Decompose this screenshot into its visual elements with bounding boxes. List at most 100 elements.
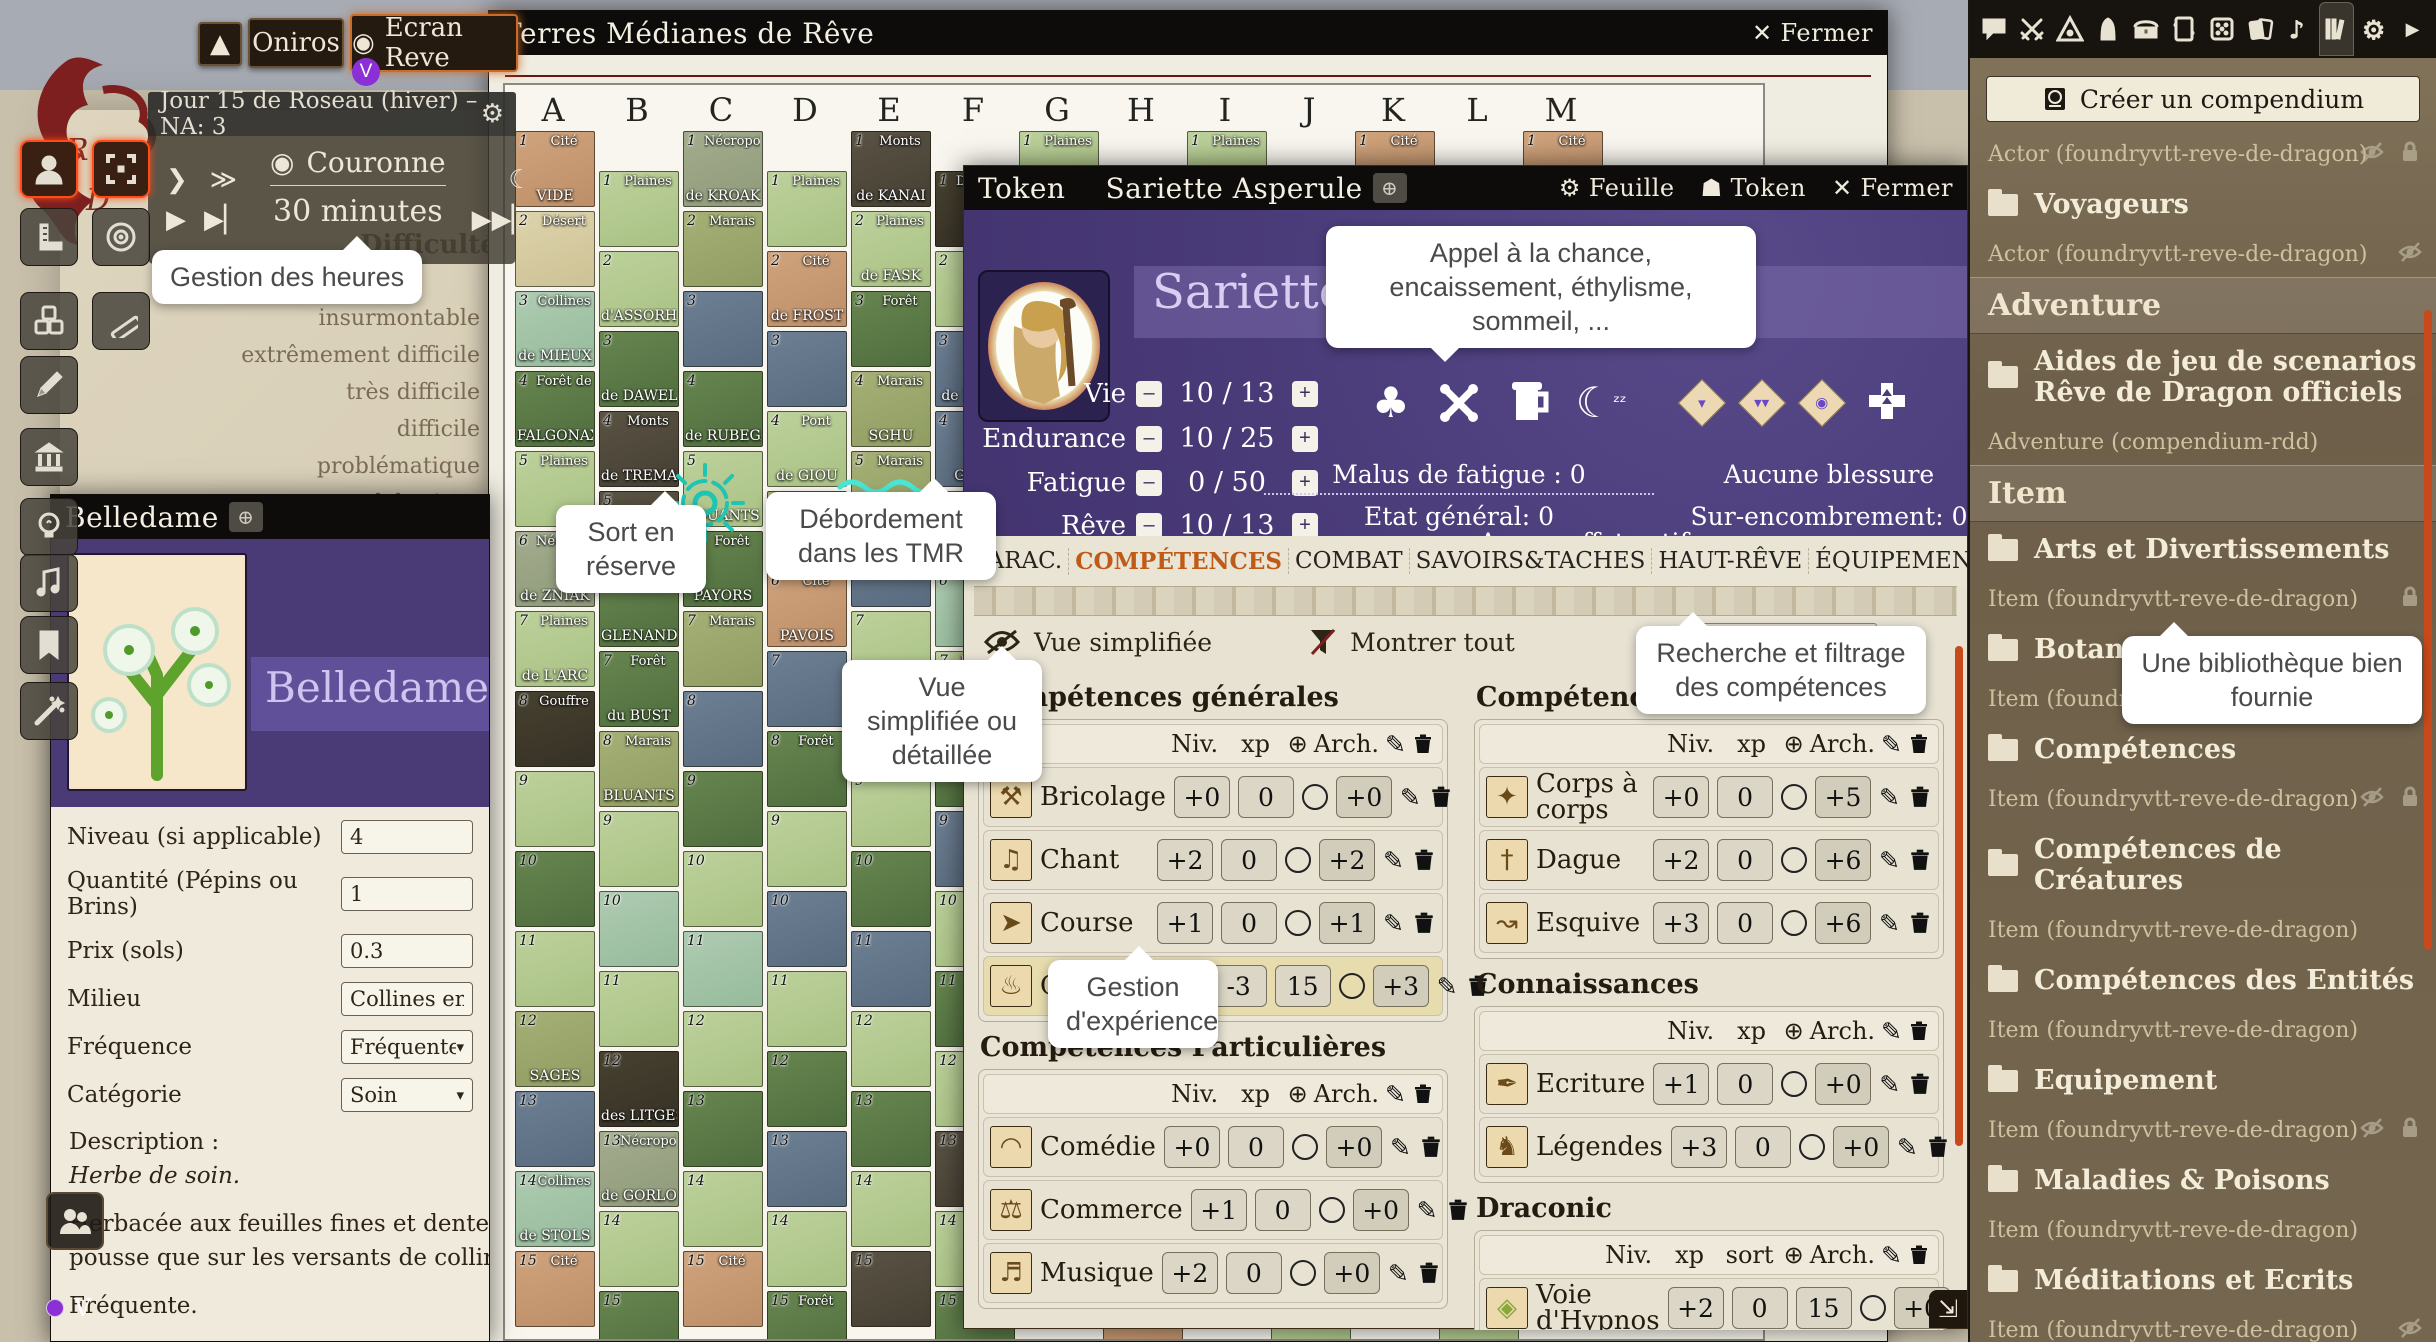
archive-icon[interactable]: ⊕ [1784,1017,1804,1045]
compendium-folder[interactable]: Arts et Divertissements [1970,522,2436,577]
skill-row-esquive[interactable]: ↝Esquive+30+6✎ [1479,893,1939,953]
tmr-cell[interactable]: 4Forêt deFALGONAX [515,371,595,447]
belledame-titlebar[interactable]: Belledame ⊕ [51,495,489,539]
lock-icon[interactable] [2398,785,2422,815]
tab-comp-tences[interactable]: COMPÉTENCES [1068,548,1288,575]
stat-increase-button[interactable]: + [1292,381,1318,407]
edit-all-icon[interactable]: ✎ [1385,1080,1406,1109]
skill-arch-value[interactable]: +3 [1373,965,1429,1007]
tab-combat[interactable]: COMBAT [1288,548,1409,574]
archive-icon[interactable]: ⊕ [1784,730,1804,758]
skill-row-course[interactable]: ➤Course+10+1✎ [983,893,1443,953]
cross-plus-icon[interactable] [1865,381,1909,425]
roll-circle[interactable] [1292,1134,1318,1160]
stat-decrease-button[interactable]: – [1136,381,1162,407]
sidebar-tab-cards[interactable] [2243,6,2278,52]
edit-skill-icon[interactable]: ✎ [1383,846,1404,875]
select-all-tool-button[interactable] [92,140,150,198]
roll-circle[interactable] [1339,973,1365,999]
skill-xp-value[interactable]: 0 [1238,776,1294,818]
tmr-cell[interactable]: 15Forêt [767,1291,847,1341]
skip-icon[interactable]: ▶▏ [204,205,244,235]
roll-circle[interactable] [1285,910,1311,936]
tmr-cell[interactable]: 10 [683,851,763,927]
field-input[interactable] [341,934,473,968]
skill-niv-value[interactable]: +1 [1653,1063,1709,1105]
skill-arch-value[interactable]: +1 [1319,902,1375,944]
sidebar-scrollbar[interactable] [2424,310,2432,950]
compendium-pack[interactable]: Actor (foundryvtt-reve-de-dragon) [1970,132,2436,177]
beer-mug-icon[interactable] [1508,380,1550,426]
compendium-pack[interactable]: Item (foundryvtt-reve-de-dragon) [1970,777,2436,822]
compendium-pack[interactable]: Item (foundryvtt-reve-de-dragon) [1970,1208,2436,1253]
tmr-cell[interactable]: 13 [851,1091,931,1167]
skill-row-comédie[interactable]: ◠Comédie+00+0✎ [983,1117,1443,1177]
tmr-cell[interactable]: 1Plaines [599,171,679,247]
skill-xp-value[interactable]: 0 [1255,1189,1311,1231]
tmr-cell[interactable]: 3 [683,291,763,367]
edit-skill-icon[interactable]: ✎ [1879,1070,1900,1099]
archive-icon[interactable]: ⊕ [1784,1241,1804,1269]
roll-circle[interactable] [1285,847,1311,873]
stat-decrease-button[interactable]: – [1136,470,1162,496]
bones-icon[interactable] [1436,380,1482,426]
roll-circle[interactable] [1781,784,1807,810]
skill-xp-value[interactable]: 0 [1717,902,1773,944]
sheet-config-button[interactable]: ⚙ Feuille [1559,174,1675,202]
delete-skill-icon[interactable] [1417,1261,1441,1285]
skill-row-commerce[interactable]: ⚖Commerce+10+0✎ [983,1180,1443,1240]
sidebar-tab-combat[interactable] [2014,6,2049,52]
compendium-folder[interactable]: Aides de jeu de scenarios Rêve de Dragon… [1970,334,2436,420]
eye-slash-icon[interactable] [2360,140,2384,170]
lock-icon[interactable] [2398,140,2422,170]
skill-xp-value[interactable]: 0 [1226,1252,1282,1294]
tmr-cell[interactable]: 3de DAWELL [599,331,679,407]
sidebar-tab-items[interactable] [2128,6,2163,52]
tmr-cell[interactable]: 13Nécropolede GORLO [599,1131,679,1207]
compendium-folder[interactable]: Equipement [1970,1053,2436,1108]
lighting-tool-button[interactable] [20,498,78,556]
resize-handle[interactable]: ⇲ [1929,1290,1967,1328]
compendium-pack[interactable]: Item (foundryvtt-reve-de-dragon) [1970,1008,2436,1053]
tmr-close-button[interactable]: ✕ Fermer [1752,19,1873,47]
notes-tool-button[interactable] [20,616,78,674]
token-menu[interactable]: Token [978,172,1065,205]
tmr-cell[interactable]: 3 [767,331,847,407]
compendium-pack[interactable]: Item (foundryvtt-reve-de-dragon) [1970,1108,2436,1153]
edit-all-icon[interactable]: ✎ [1881,730,1902,759]
sidebar-tab-chat[interactable] [1976,6,2011,52]
tmr-cell[interactable]: 8Forêt [767,731,847,807]
sidebar-tab-playlists[interactable]: ♪ [2281,6,2316,52]
roll-circle[interactable] [1302,784,1328,810]
document-link-icon[interactable]: ⊕ [229,502,263,532]
document-link-icon[interactable]: ⊕ [1373,173,1407,203]
delete-all-icon[interactable] [1908,733,1930,755]
roll-circle[interactable] [1799,1134,1825,1160]
roll-circle[interactable] [1781,910,1807,936]
macro-wand-tool-button[interactable] [20,682,78,740]
tmr-cell[interactable]: 9 [851,771,931,847]
tab--quipement[interactable]: ÉQUIPEMENT [1808,548,1993,574]
play-icon[interactable]: ▶ [166,205,186,235]
oniros-button[interactable]: Oniros [248,18,344,68]
skill-niv-value[interactable]: +2 [1653,839,1709,881]
skill-xp-value[interactable]: 0 [1221,839,1277,881]
compendium-folder[interactable]: Compétences [1970,722,2436,777]
roll-circle[interactable] [1781,1071,1807,1097]
tmr-cell[interactable]: 13 [515,1091,595,1167]
roll-circle[interactable] [1860,1295,1886,1321]
skill-niv-value[interactable]: +2 [1668,1287,1724,1329]
compendium-pack[interactable]: Item (foundryvtt-reve-de-dragon) [1970,577,2436,622]
tmr-cell[interactable]: 10 [599,891,679,967]
tmr-cell[interactable]: 1Montsde KANAI [851,131,931,207]
skill-row-dague[interactable]: †Dague+20+6✎ [1479,830,1939,890]
sidebar-tab-actors[interactable] [2090,6,2125,52]
tmr-cell[interactable]: 12des LITGES [599,1051,679,1127]
sounds-tool-button[interactable] [20,554,78,612]
sheet-scrollbar[interactable] [1955,646,1963,1146]
skill-arch-value[interactable]: +0 [1833,1126,1889,1168]
compendium-folder[interactable]: Maladies & Poisons [1970,1153,2436,1208]
tmr-cell[interactable]: 13 [767,1131,847,1207]
tmr-cell[interactable]: 7Marais [683,611,763,687]
edit-all-icon[interactable]: ✎ [1881,1241,1902,1270]
